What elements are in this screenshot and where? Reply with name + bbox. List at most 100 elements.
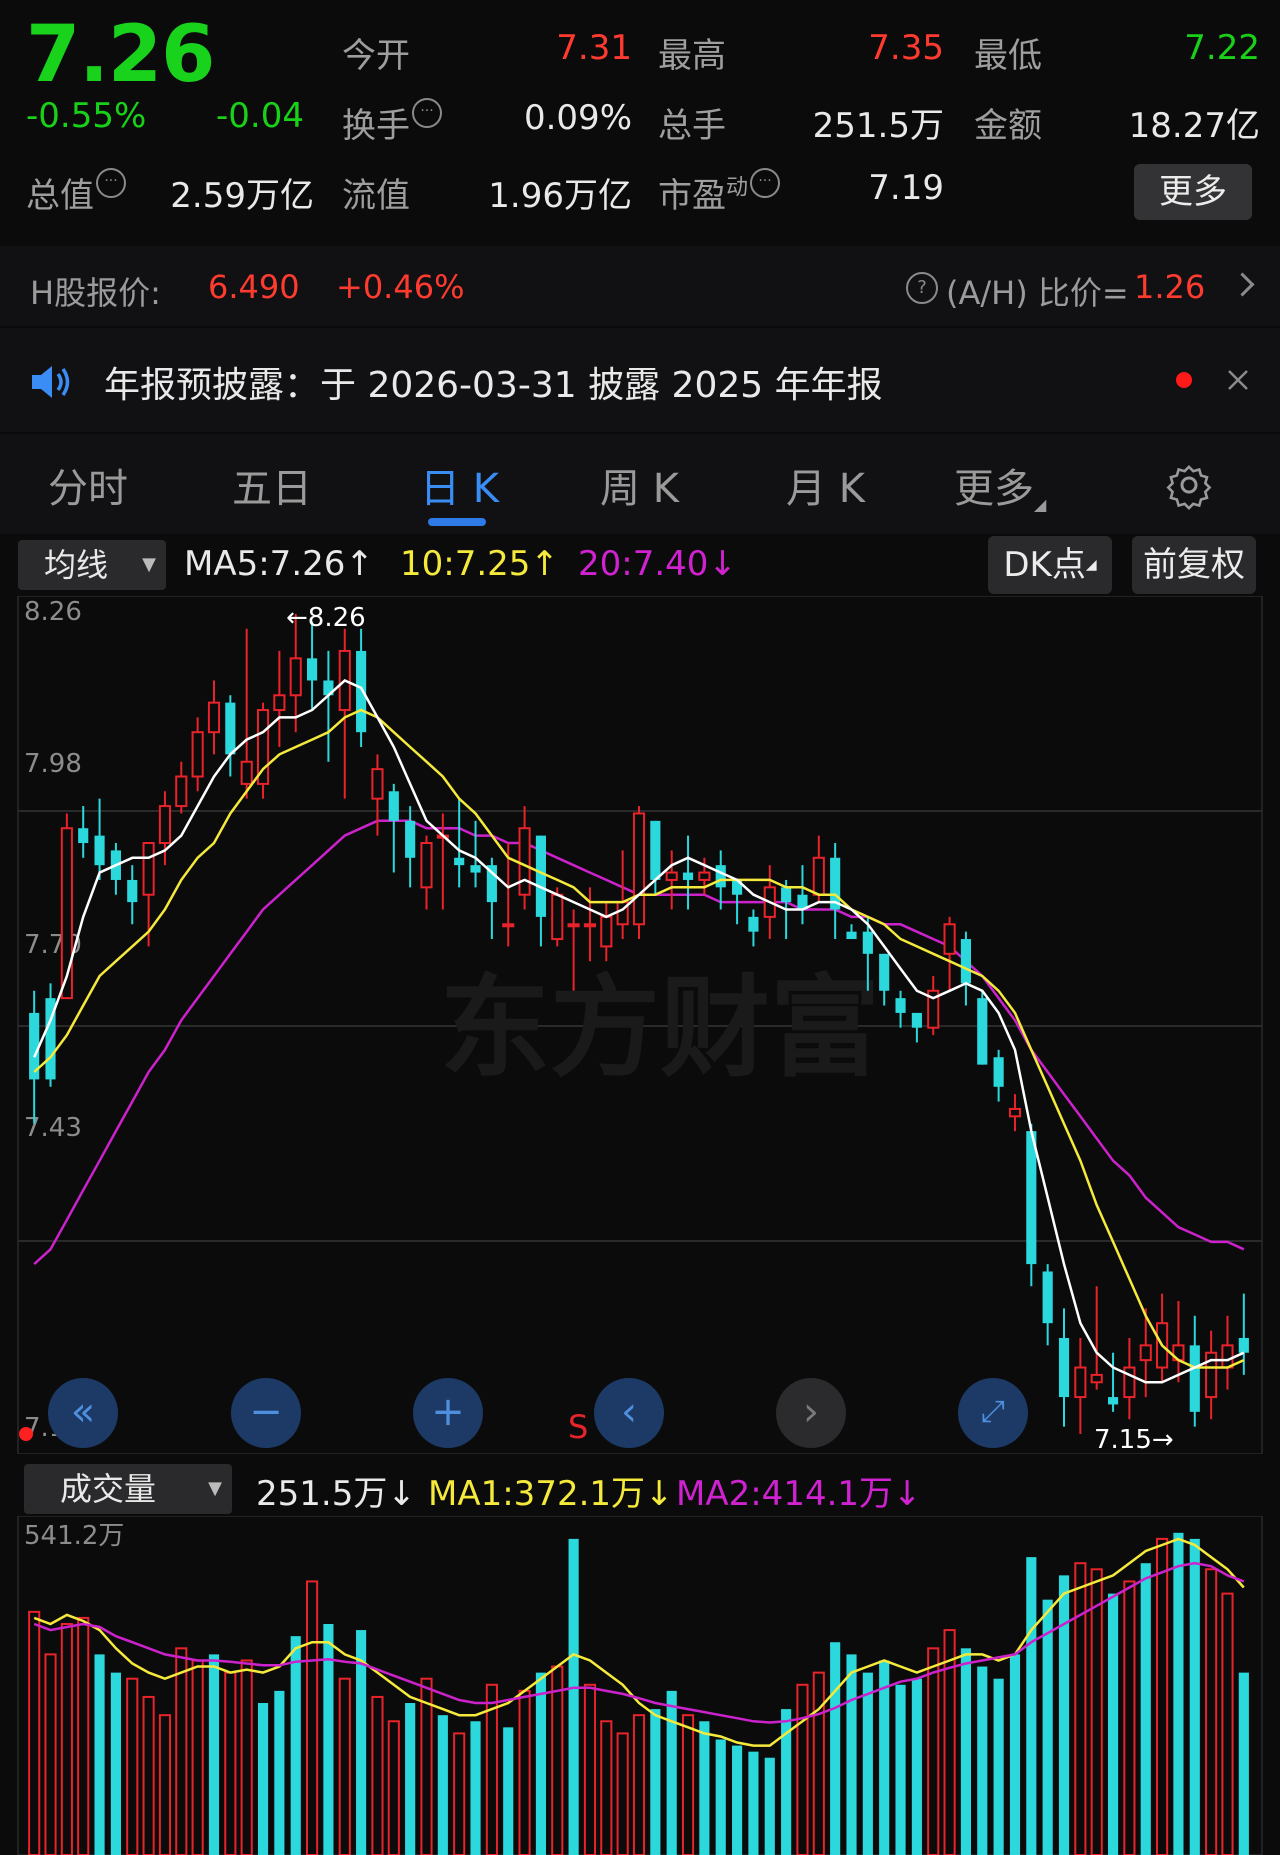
- candle-body: [127, 879, 138, 903]
- candle-body: [993, 1057, 1004, 1087]
- open-label: 今开: [342, 36, 410, 76]
- candle: [127, 865, 138, 925]
- zoom-in-button[interactable]: +: [413, 1378, 483, 1448]
- notice-bar[interactable]: 年报预披露：于 2026-03-31 披露 2025 年年报: [0, 328, 1280, 432]
- volume-bar: [1238, 1672, 1249, 1855]
- candle: [665, 850, 678, 910]
- volume-bar: [551, 1665, 564, 1855]
- tab-five-day[interactable]: 五日: [232, 456, 312, 514]
- fullscreen-button[interactable]: ⤢: [958, 1378, 1028, 1448]
- candle: [1172, 1301, 1185, 1383]
- volume-bar: [191, 1659, 204, 1855]
- volume-current: 251.5万↓: [256, 1466, 416, 1515]
- info-icon[interactable]: ···: [96, 168, 126, 198]
- caret-down-icon: ▼: [142, 554, 156, 575]
- more-button[interactable]: 更多: [1134, 164, 1252, 220]
- volume-bar: [830, 1642, 841, 1855]
- ma10-value: 10:7.25↑: [400, 544, 559, 584]
- volume-bar: [94, 1654, 105, 1855]
- volume-bar: [503, 1727, 514, 1855]
- candle: [1205, 1330, 1218, 1420]
- settings-gear-icon[interactable]: [1164, 460, 1214, 510]
- candle-body: [371, 768, 384, 800]
- help-icon[interactable]: ?: [906, 272, 938, 304]
- min-price-annotation: 7.15→: [1094, 1425, 1174, 1454]
- forward-adjust-button[interactable]: 前复权: [1132, 536, 1256, 594]
- close-icon[interactable]: [1226, 368, 1250, 392]
- volume-bar: [764, 1757, 775, 1855]
- caret-down-icon: ▼: [208, 1478, 222, 1499]
- volume-bar: [1042, 1599, 1053, 1855]
- candle-body: [895, 998, 906, 1013]
- arrow-up-icon: ↑: [530, 544, 559, 584]
- candle: [682, 835, 694, 910]
- volume-chart[interactable]: 541.2万: [0, 1516, 1280, 1855]
- tab-intraday[interactable]: 分时: [48, 456, 128, 514]
- ma20-label: 20:7.40: [578, 544, 709, 584]
- mktcap-value: 2.59万亿: [170, 176, 314, 216]
- active-tab-indicator: [428, 518, 486, 526]
- info-icon[interactable]: ···: [412, 98, 442, 128]
- pe-label: 市盈动 ···: [658, 168, 781, 217]
- candle-body: [715, 865, 726, 888]
- candle-body: [862, 931, 873, 954]
- candle-body: [1042, 1271, 1053, 1324]
- volume-bar: [895, 1684, 906, 1855]
- volume-bar: [1009, 1654, 1021, 1855]
- candle: [29, 990, 40, 1124]
- candle-body: [781, 887, 792, 903]
- volume-indicator-select[interactable]: 成交量 ▼: [24, 1464, 232, 1514]
- mktcap-label: 总值 ···: [26, 168, 126, 217]
- indicator-select[interactable]: 均线 ▼: [18, 540, 166, 590]
- tab-more[interactable]: 更多◢: [954, 456, 1046, 514]
- candle: [1008, 1094, 1022, 1132]
- change-amount: -0.04: [216, 96, 304, 136]
- info-icon[interactable]: ···: [750, 168, 781, 198]
- candle: [158, 791, 172, 866]
- float-label: 流值: [342, 176, 410, 216]
- candle: [535, 835, 546, 947]
- volume-bar: [846, 1654, 857, 1855]
- candle: [388, 783, 399, 873]
- volume-bar: [699, 1721, 710, 1855]
- candle-body: [94, 835, 105, 866]
- volume-ma1-label: MA1:372.1万: [428, 1474, 646, 1514]
- volume-bar: [60, 1622, 73, 1855]
- volume-bar: [240, 1659, 253, 1855]
- candle-body: [420, 842, 433, 889]
- volume-bar: [387, 1720, 400, 1855]
- dk-point-button[interactable]: DK点◢: [988, 536, 1112, 594]
- volume-bar: [1123, 1580, 1136, 1855]
- candle-body: [1090, 1373, 1103, 1384]
- candle-body: [682, 872, 694, 880]
- candle: [748, 909, 759, 947]
- kline-chart[interactable]: 东方财富 8.267.987.707.437.15 ←8.26 7.15→ S: [0, 596, 1280, 1454]
- last-price: 7.26: [26, 10, 215, 100]
- candle: [632, 806, 646, 940]
- zoom-out-button[interactable]: −: [231, 1378, 301, 1448]
- candle: [1042, 1264, 1053, 1346]
- candle-body: [78, 828, 89, 844]
- tab-more-label: 更多: [954, 466, 1034, 512]
- mktcap-label-text: 总值: [26, 176, 94, 216]
- candle: [323, 650, 334, 762]
- candle-body: [1107, 1397, 1119, 1405]
- scroll-right-button[interactable]: ›: [776, 1378, 846, 1448]
- candle: [191, 717, 204, 792]
- h-share-row[interactable]: H股报价: 6.490 +0.46% ? (A/H) 比价= 1.26: [0, 246, 1280, 326]
- candle: [1107, 1352, 1119, 1412]
- volume-bar: [993, 1678, 1004, 1855]
- scroll-to-start-button[interactable]: «: [48, 1378, 118, 1448]
- candle: [45, 983, 56, 1087]
- scroll-left-button[interactable]: ‹: [594, 1378, 664, 1448]
- candle: [518, 806, 531, 910]
- tab-monthly-k[interactable]: 月 K: [786, 456, 865, 514]
- tab-weekly-k[interactable]: 周 K: [600, 456, 679, 514]
- candle-body: [632, 812, 646, 926]
- notice-text: 年报预披露：于 2026-03-31 披露 2025 年年报: [104, 365, 883, 406]
- dk-point-label: DK点: [1003, 545, 1086, 585]
- tab-daily-k[interactable]: 日 K: [420, 456, 499, 514]
- low-label: 最低: [974, 36, 1042, 76]
- candle-body: [1058, 1337, 1070, 1398]
- candle: [616, 850, 629, 940]
